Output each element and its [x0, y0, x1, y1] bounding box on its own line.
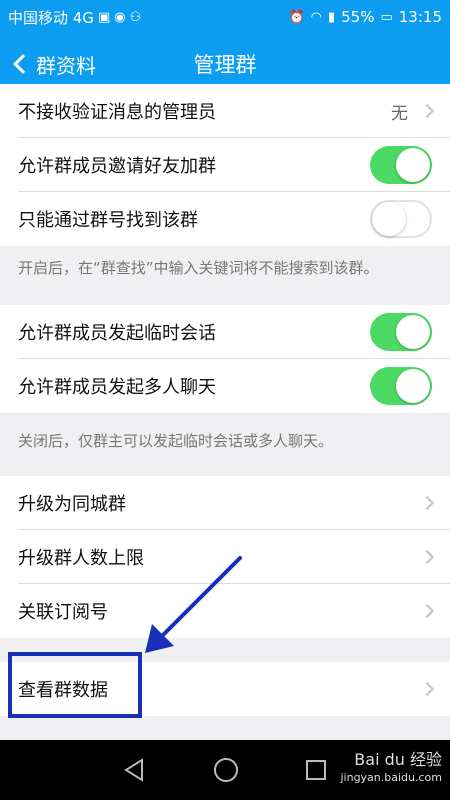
home-circle-icon[interactable]: [212, 756, 240, 784]
watermark-url: jingyan.baidu.com: [340, 771, 442, 784]
watermark-brand: Bai du 经验: [354, 750, 442, 769]
annotation-arrow: [145, 556, 242, 653]
back-triangle-icon[interactable]: [122, 757, 148, 783]
recent-apps-icon[interactable]: [304, 758, 328, 782]
watermark: Bai du 经验 jingyan.baidu.com: [340, 752, 442, 786]
